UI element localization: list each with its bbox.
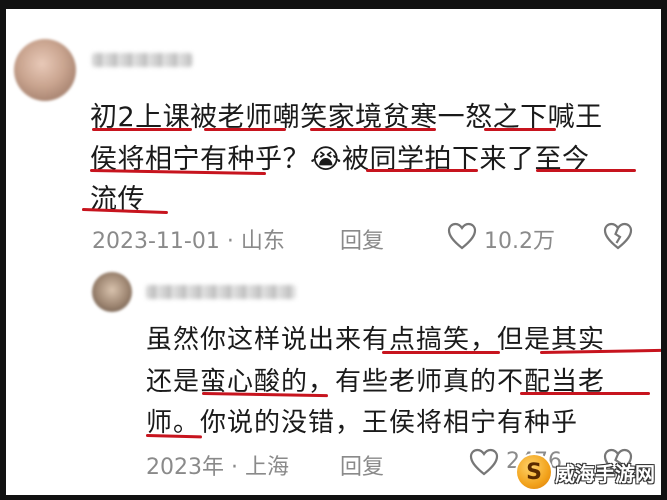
reply-reply-button[interactable]: 回复 xyxy=(340,449,384,481)
comment-date: 2023-11-01 xyxy=(92,229,220,254)
screenshot-frame: 初2上课被老师嘲笑家境贫寒一怒之下喊王 侯将相宁有种乎？😭被同学拍下来了至今 流… xyxy=(6,9,661,495)
highlight-underline xyxy=(382,351,500,354)
reply-date: 2023年 xyxy=(146,455,224,480)
broken-heart-icon[interactable] xyxy=(602,221,634,251)
reply-line-1: 虽然你这样说出来有点搞笑，但是其实 xyxy=(146,325,606,355)
meta-separator: · xyxy=(231,455,245,480)
watermark-logo: S xyxy=(517,455,551,489)
highlight-underline xyxy=(310,128,436,131)
comment-location: 山东 xyxy=(240,229,285,254)
comment-reply-button[interactable]: 回复 xyxy=(340,223,384,255)
highlight-underline xyxy=(536,169,636,172)
comment-meta: 2023-11-01 · 山东 xyxy=(92,223,285,255)
highlight-underline xyxy=(92,128,192,131)
commenter-avatar[interactable] xyxy=(14,39,76,101)
heart-icon[interactable] xyxy=(468,447,500,477)
replier-avatar[interactable] xyxy=(92,272,132,312)
comment-like-count: 10.2万 xyxy=(484,229,555,254)
highlight-underline xyxy=(484,128,556,131)
highlight-underline xyxy=(204,128,286,131)
highlight-underline xyxy=(520,392,650,395)
heart-icon[interactable] xyxy=(446,221,478,251)
site-watermark: S 威海手游网 xyxy=(517,454,655,490)
replier-name-blurred[interactable] xyxy=(146,285,296,299)
commenter-name-blurred[interactable] xyxy=(92,53,192,67)
reply-location: 上海 xyxy=(245,455,290,480)
highlight-underline xyxy=(366,169,478,172)
reply-line-3: 师。你说的没错，王侯将相宁有种乎 xyxy=(146,408,579,438)
reply-meta: 2023年 · 上海 xyxy=(146,449,289,481)
meta-separator: · xyxy=(226,229,241,254)
watermark-text: 威海手游网 xyxy=(555,461,655,486)
